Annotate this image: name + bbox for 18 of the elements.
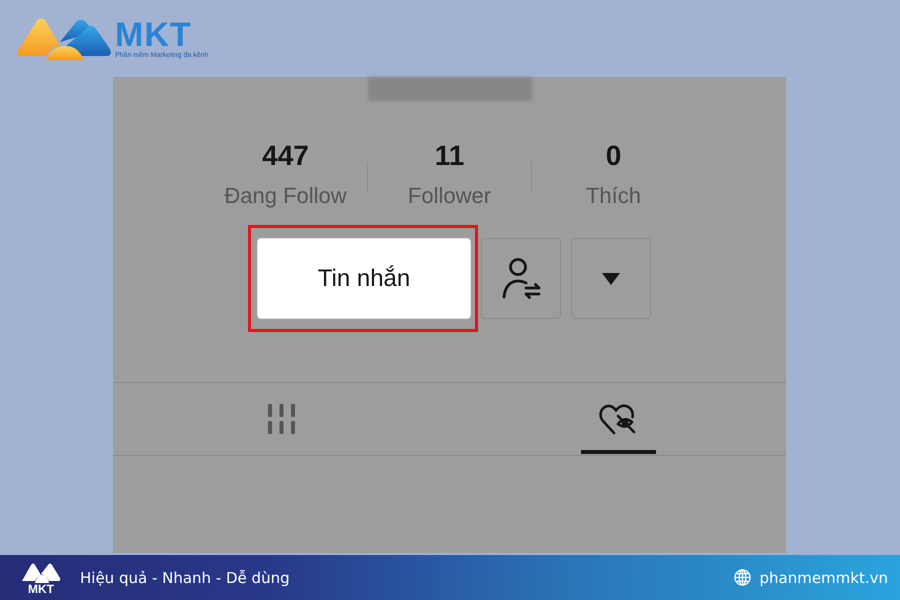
- caret-down-icon: [602, 272, 620, 284]
- stat-value: 447: [262, 139, 309, 173]
- switch-account-button[interactable]: [481, 238, 561, 319]
- heart-eye-slash-icon: [598, 403, 637, 435]
- logo-wordmark: MKT: [28, 582, 54, 594]
- message-button[interactable]: Tin nhắn: [257, 238, 471, 319]
- stat-label: Follower: [408, 183, 492, 209]
- footer-slogan: Hiệu quả - Nhanh - Dễ dùng: [80, 568, 290, 586]
- stat-value: 11: [434, 139, 464, 173]
- logo-wordmark: MKT: [115, 19, 193, 51]
- stat-value: 0: [606, 139, 622, 173]
- grid-icon: [268, 404, 295, 434]
- mountain-logo-icon: [21, 560, 61, 582]
- stat-label: Đang Follow: [224, 183, 347, 209]
- person-swap-icon: [501, 256, 541, 300]
- mountain-logo-icon: [16, 16, 112, 60]
- globe-icon: [734, 569, 752, 586]
- stat-label: Thích: [586, 183, 642, 209]
